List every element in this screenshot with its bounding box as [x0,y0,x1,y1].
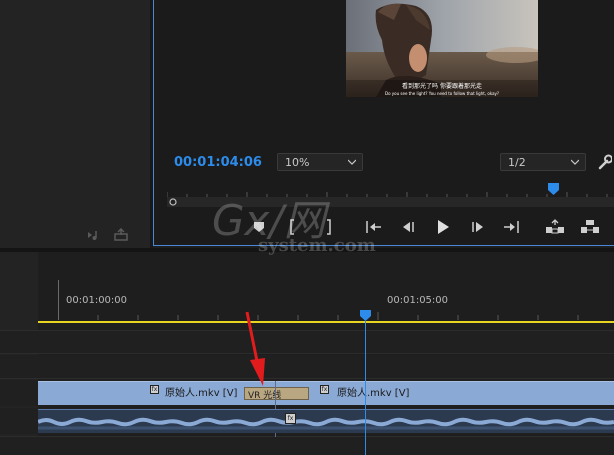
scrollbar-handle-icon[interactable] [169,198,177,206]
timeline-playhead-marker-icon[interactable] [360,310,371,321]
zoom-level-value: 10% [285,156,310,169]
clip-label: 原始人.mkv [V] [337,388,410,399]
source-panel [0,0,150,248]
resolution-value: 1/2 [508,156,526,169]
fx-badge-icon: fx [150,385,159,394]
step-back-icon[interactable] [401,221,415,233]
export-frame-icon[interactable] [113,228,129,242]
zoom-level-dropdown[interactable]: 10% [277,153,363,171]
go-to-in-icon[interactable] [364,220,382,234]
settings-wrench-icon[interactable] [598,154,612,170]
go-to-out-icon[interactable] [503,220,521,234]
play-icon[interactable] [436,219,450,235]
video-frame: 看到那光了吗 你要跟着那光走 Do you see the light? You… [346,0,538,97]
clip-label: 原始人.mkv [V] [165,388,238,399]
ruler-timecode-label: 00:01:00:00 [66,295,128,306]
subtitle-line-chinese: 看到那光了吗 你要跟着那光走 [402,83,482,90]
timeline-track-v2[interactable] [0,355,614,379]
music-note-icon[interactable] [86,229,102,241]
ruler-minor-ticks [58,312,614,320]
playhead-marker-icon[interactable] [548,183,559,195]
subtitle-line-english: Do you see the light? You need to follow… [384,91,500,96]
watermark-domain: system.com [258,235,376,256]
timeline-playhead-line [365,321,366,455]
playhead-timecode[interactable]: 00:01:04:06 [174,155,262,170]
ruler-timecode-label: 00:01:05:00 [387,295,449,306]
transition-label: VR 光线 [248,391,282,401]
chevron-down-icon [571,159,579,165]
audio-clip[interactable] [38,409,614,433]
timeline-track-a2[interactable] [0,436,614,455]
timeline-track-v3[interactable] [0,330,614,354]
extract-icon[interactable] [580,219,600,235]
playback-resolution-dropdown[interactable]: 1/2 [500,153,586,171]
fx-badge-icon: fx [285,413,296,424]
work-area-bar[interactable] [38,321,614,323]
red-arrow-annotation [238,310,268,388]
step-forward-icon[interactable] [471,221,485,233]
lift-icon[interactable] [545,219,565,235]
chevron-down-icon [348,159,356,165]
fx-badge-icon: fx [320,385,329,394]
transition-effect[interactable]: VR 光线 [244,387,309,401]
